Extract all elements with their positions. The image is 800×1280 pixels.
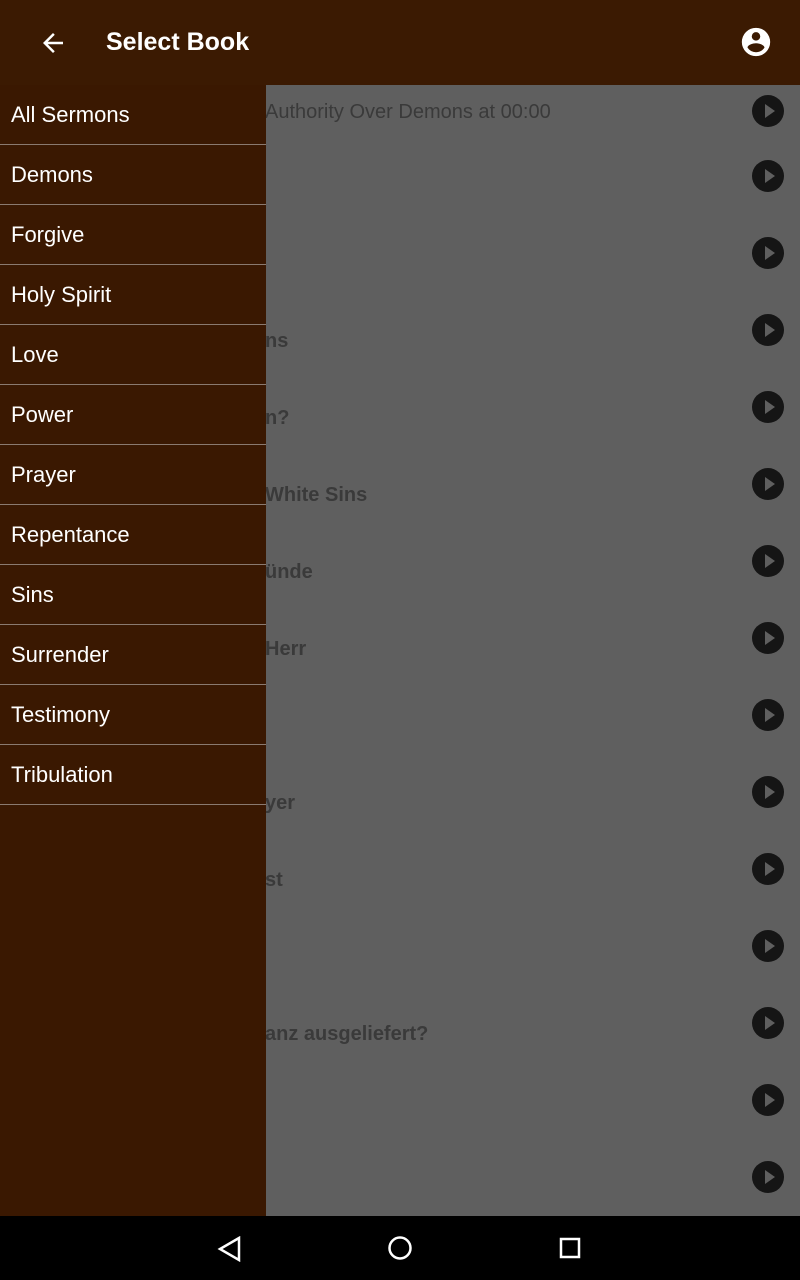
play-circle-icon[interactable] [752,1007,784,1039]
sermon-title: White Sins [265,484,368,506]
play-circle-icon[interactable] [752,237,784,269]
play-circle-icon[interactable] [752,545,784,577]
sermon-title: Herr [265,638,307,660]
play-circle-icon[interactable] [752,160,784,192]
back-triangle-icon[interactable] [217,1236,243,1262]
play-circle-icon[interactable] [752,930,784,962]
drawer-item[interactable]: All Sermons [0,85,266,145]
drawer-item[interactable]: Tribulation [0,745,266,805]
play-circle-icon[interactable] [752,622,784,654]
page-title: Select Book [106,28,250,56]
account-circle-icon[interactable] [739,25,773,59]
play-circle-icon[interactable] [752,1084,784,1116]
drawer-item[interactable]: Sins [0,565,266,625]
drawer-item[interactable]: Repentance [0,505,266,565]
play-circle-icon[interactable] [752,1161,784,1193]
play-circle-icon[interactable] [752,776,784,808]
drawer-item[interactable]: Testimony [0,685,266,745]
drawer-item[interactable]: Power [0,385,266,445]
play-circle-icon[interactable] [752,391,784,423]
play-circle-icon[interactable] [752,853,784,885]
book-drawer: All Sermons Demons Forgive Holy Spirit Love P… [0,85,266,1216]
sermon-title: ns [265,330,289,352]
drawer-item[interactable]: Prayer [0,445,266,505]
sermon-title: st [265,869,283,891]
drawer-item[interactable]: Love [0,325,266,385]
arrow-left-icon[interactable] [38,28,68,58]
play-circle-icon[interactable] [752,95,784,127]
recents-square-icon[interactable] [559,1237,581,1259]
sermon-title: n? [265,407,290,429]
home-circle-icon[interactable] [387,1235,413,1261]
system-nav-bar [0,1216,800,1280]
drawer-item[interactable]: Surrender [0,625,266,685]
drawer-item[interactable]: Holy Spirit [0,265,266,325]
sermon-title: Authority Over Demons at 00:00 [265,101,551,123]
drawer-item[interactable]: Forgive [0,205,266,265]
play-circle-icon[interactable] [752,699,784,731]
sermon-title: ünde [265,561,313,583]
play-circle-icon[interactable] [752,468,784,500]
play-circle-icon[interactable] [752,314,784,346]
app-bar: Select Book [0,0,800,85]
drawer-item[interactable]: Demons [0,145,266,205]
sermon-title: yer [265,792,296,814]
sermon-title: anz ausgeliefert? [265,1023,429,1045]
